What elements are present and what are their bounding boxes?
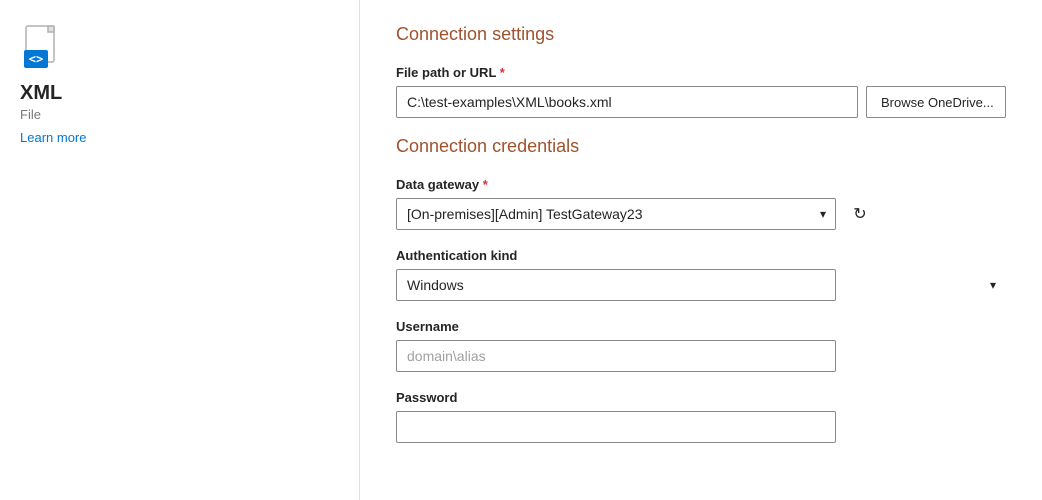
connection-credentials-section: Connection credentials Data gateway * [O… (396, 136, 1006, 443)
auth-kind-chevron-icon: ▾ (990, 278, 996, 292)
learn-more-link[interactable]: Learn more (20, 130, 86, 145)
file-path-row: Browse OneDrive... (396, 86, 1006, 118)
password-input[interactable] (396, 411, 836, 443)
connection-settings-title: Connection settings (396, 24, 1006, 45)
sidebar: <> XML File Learn more (0, 0, 360, 500)
refresh-icon: ↻ (853, 204, 866, 224)
file-path-input[interactable] (396, 86, 858, 118)
auth-kind-select[interactable]: Windows Basic Anonymous (396, 269, 836, 301)
password-group: Password (396, 390, 1006, 443)
browse-onedrive-button[interactable]: Browse OneDrive... (866, 86, 1006, 118)
username-label: Username (396, 319, 1006, 334)
sidebar-subtitle: File (20, 107, 41, 122)
file-path-label: File path or URL * (396, 65, 1006, 80)
data-gateway-select[interactable]: [On-premises][Admin] TestGateway23 (none… (396, 198, 836, 230)
file-path-required: * (500, 65, 505, 80)
sidebar-title: XML (20, 82, 62, 105)
auth-kind-label: Authentication kind (396, 248, 1006, 263)
connection-credentials-title: Connection credentials (396, 136, 1006, 157)
refresh-gateway-button[interactable]: ↻ (844, 198, 876, 230)
connection-settings-section: Connection settings File path or URL * B… (396, 24, 1006, 118)
main-content: Connection settings File path or URL * B… (360, 0, 1042, 500)
password-label: Password (396, 390, 1006, 405)
auth-kind-group: Authentication kind Windows Basic Anonym… (396, 248, 1006, 301)
username-group: Username (396, 319, 1006, 372)
file-path-group: File path or URL * Browse OneDrive... (396, 65, 1006, 118)
auth-kind-select-wrapper: Windows Basic Anonymous ▾ (396, 269, 1006, 301)
xml-file-icon: <> (20, 24, 68, 72)
svg-text:<>: <> (29, 52, 43, 66)
data-gateway-select-wrapper: [On-premises][Admin] TestGateway23 (none… (396, 198, 836, 230)
data-gateway-label: Data gateway * (396, 177, 1006, 192)
data-gateway-row: [On-premises][Admin] TestGateway23 (none… (396, 198, 1006, 230)
data-gateway-required: * (483, 177, 488, 192)
data-gateway-group: Data gateway * [On-premises][Admin] Test… (396, 177, 1006, 230)
username-input[interactable] (396, 340, 836, 372)
